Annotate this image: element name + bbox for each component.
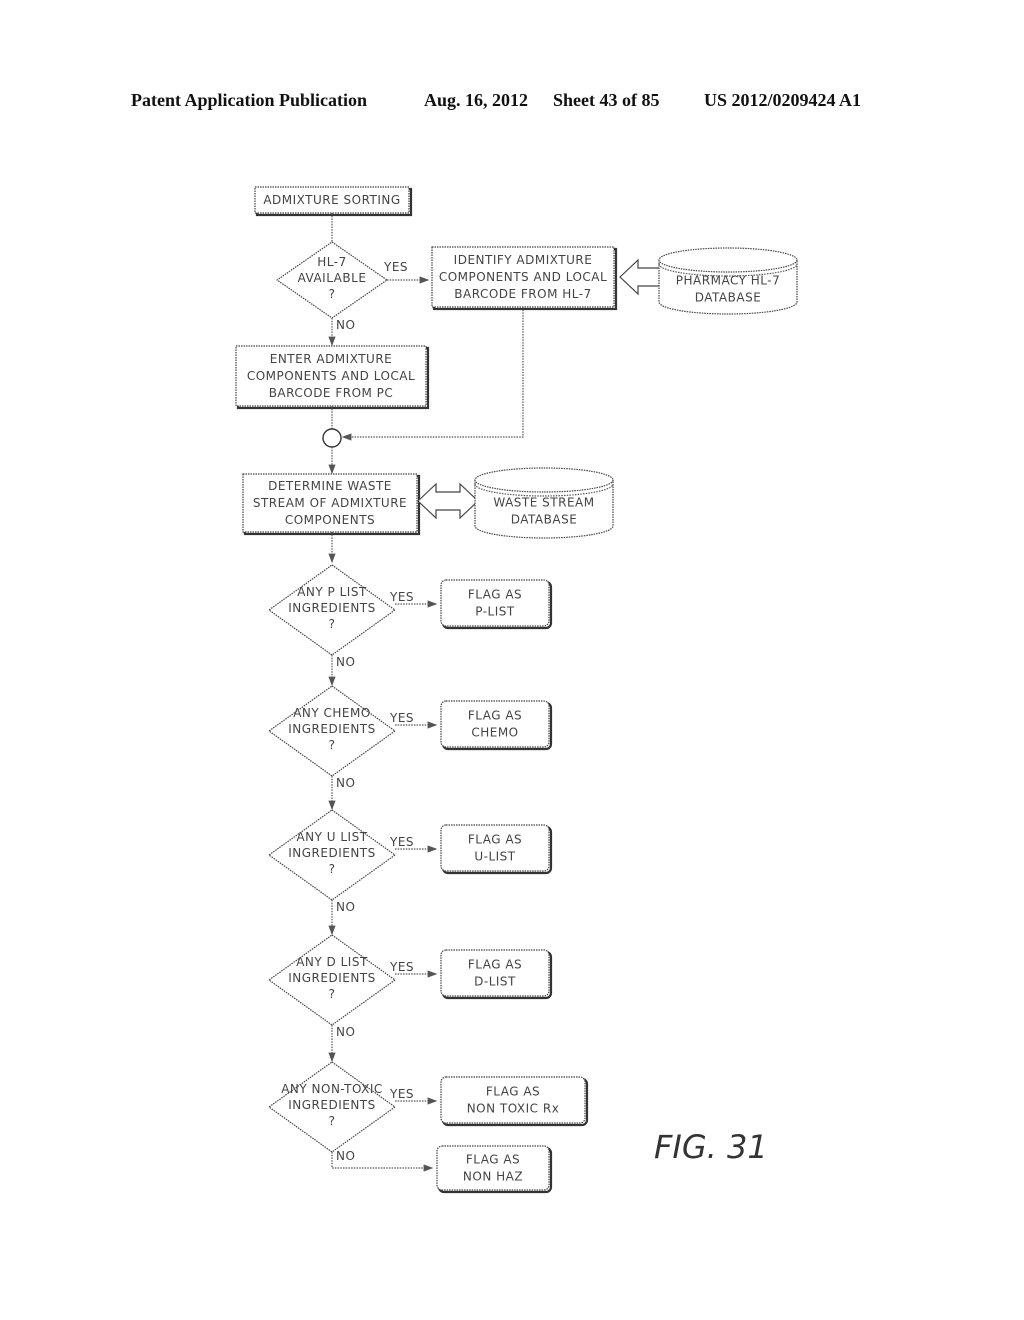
- decision-3-text: INGREDIENTS: [288, 971, 376, 985]
- hl7-decision-text: AVAILABLE: [298, 271, 367, 285]
- pharmacy-db-top: [658, 247, 798, 273]
- flag-box-4-text: FLAG AS: [486, 1085, 540, 1099]
- decision-0-text: ANY P LIST: [297, 585, 367, 599]
- yes-label-1: YES: [389, 711, 414, 725]
- identify-box-text: IDENTIFY ADMIXTURE: [454, 253, 593, 267]
- determine-box-text: COMPONENTS: [285, 513, 375, 527]
- waste-db-top: [474, 467, 614, 493]
- decision-4-text: ?: [329, 1114, 336, 1128]
- decision-3-text: ANY D LIST: [296, 955, 368, 969]
- no-label-2: NO: [336, 900, 355, 914]
- yes-label-0: YES: [389, 590, 414, 604]
- decision-2-text: ANY U LIST: [296, 830, 367, 844]
- enter-box-text: ENTER ADMIXTURE: [270, 352, 393, 366]
- determine-box-text: DETERMINE WASTE: [268, 479, 392, 493]
- junction-connector: [322, 428, 342, 448]
- flag-box-3-text: FLAG AS: [468, 958, 522, 972]
- yes-label-2: YES: [389, 835, 414, 849]
- no-label-0: NO: [336, 655, 355, 669]
- yes-label-3: YES: [389, 960, 414, 974]
- hl7-decision-text: ?: [329, 287, 336, 301]
- pharmacy-db-text: DATABASE: [695, 291, 762, 305]
- hl7-decision-text: HL-7: [317, 255, 346, 269]
- yes-label: YES: [383, 260, 408, 274]
- decision-1-text: ?: [329, 738, 336, 752]
- no-label-3: NO: [336, 1025, 355, 1039]
- determine-box-text: STREAM OF ADMIXTURE: [253, 496, 407, 510]
- decision-4-text: ANY NON-TOXIC: [281, 1082, 383, 1096]
- waste-db-text: WASTE STREAM: [493, 496, 594, 510]
- decision-0-text: ?: [329, 617, 336, 631]
- decision-0-text: INGREDIENTS: [288, 601, 376, 615]
- enter-box-text: BARCODE FROM PC: [269, 386, 394, 400]
- flag-box-1-text: CHEMO: [471, 726, 518, 740]
- final-flag-box-text: FLAG AS: [466, 1153, 520, 1167]
- no-label-1: NO: [336, 776, 355, 790]
- flag-box-2-text: U-LIST: [474, 850, 515, 864]
- waste-db-text: DATABASE: [511, 513, 578, 527]
- no-label-final: NO: [336, 1149, 355, 1163]
- flag-box-3-text: D-LIST: [474, 975, 516, 989]
- identify-box-text: COMPONENTS AND LOCAL: [439, 270, 607, 284]
- flag-box-4-text: NON TOXIC Rx: [467, 1102, 560, 1116]
- final-flag-box-text: NON HAZ: [463, 1170, 523, 1184]
- decision-1-text: INGREDIENTS: [288, 722, 376, 736]
- flag-box-2-text: FLAG AS: [468, 833, 522, 847]
- figure-label: FIG. 31: [654, 1128, 768, 1166]
- decision-1-text: ANY CHEMO: [293, 706, 371, 720]
- decision-4-text: INGREDIENTS: [288, 1098, 376, 1112]
- flowchart: ADMIXTURE SORTING HL-7 AVAILABLE? YES IDENTI…: [235, 186, 798, 1194]
- pharmacy-db-text: PHARMACY HL-7: [676, 274, 780, 288]
- no-label: NO: [336, 318, 355, 332]
- enter-box-text: COMPONENTS AND LOCAL: [247, 369, 415, 383]
- waste-db-arrow: [417, 482, 479, 520]
- decision-2-text: INGREDIENTS: [288, 846, 376, 860]
- decision-2-text: ?: [329, 862, 336, 876]
- identify-box-text: BARCODE FROM HL-7: [454, 287, 591, 301]
- start-box-text: ADMIXTURE SORTING: [263, 193, 400, 207]
- flag-box-1-text: FLAG AS: [468, 709, 522, 723]
- decision-3-text: ?: [329, 987, 336, 1001]
- flag-box-0-text: FLAG AS: [468, 588, 522, 602]
- pharmacy-arrow: [619, 258, 661, 296]
- flag-box-0-text: P-LIST: [475, 605, 515, 619]
- yes-label-4: YES: [389, 1087, 414, 1101]
